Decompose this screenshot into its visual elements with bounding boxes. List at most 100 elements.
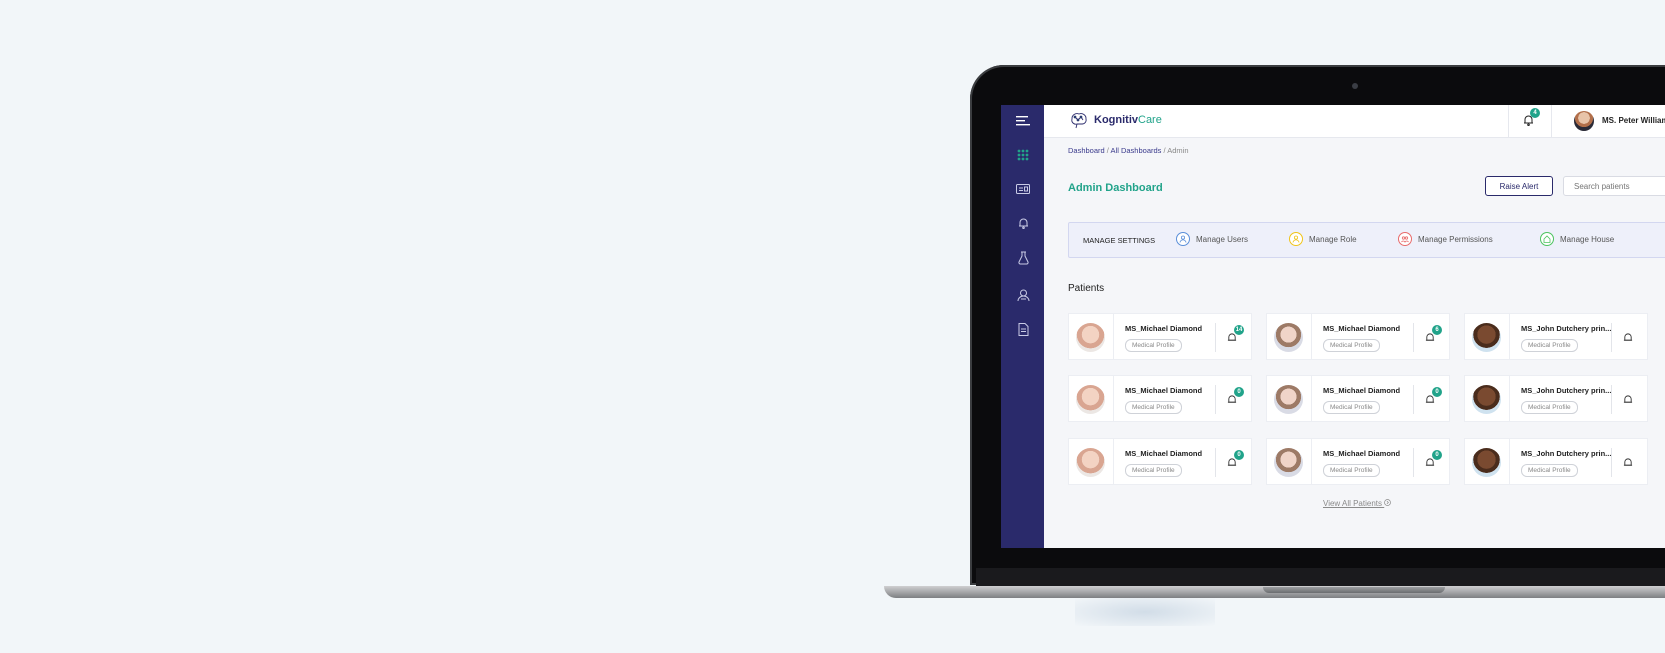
medical-profile-tag[interactable]: Medical Profile [1125, 401, 1182, 414]
medical-profile-tag[interactable]: Medical Profile [1125, 339, 1182, 352]
patient-card[interactable]: MS_John Dutchery prin... Medical Profile [1464, 313, 1648, 360]
patient-name[interactable]: MS_John Dutchery prin... [1521, 386, 1611, 395]
settings-label: MANAGE SETTINGS [1083, 236, 1156, 245]
breadcrumb: Dashboard / All Dashboards / Admin [1068, 146, 1189, 155]
patient-avatar [1472, 323, 1501, 352]
card-divider [1413, 323, 1414, 352]
bell-icon [1623, 333, 1633, 341]
patients-heading: Patients [1068, 283, 1105, 294]
medical-profile-tag[interactable]: Medical Profile [1521, 339, 1578, 352]
logo-text-primary: Kognitiv [1094, 114, 1138, 126]
patient-alerts-button[interactable]: 0 [1425, 387, 1442, 410]
patient-card[interactable]: MS_Michael Diamond Medical Profile 14 [1068, 313, 1252, 360]
alert-count-badge: 14 [1234, 325, 1244, 335]
medical-profile-tag[interactable]: Medical Profile [1323, 464, 1380, 477]
caregiver-icon[interactable] [1013, 285, 1033, 305]
patient-avatar [1472, 385, 1501, 414]
logo-text-accent: Care [1138, 114, 1162, 126]
patient-name[interactable]: MS_Michael Diamond [1323, 324, 1400, 333]
user-icon [1176, 232, 1190, 246]
document-icon[interactable] [1013, 319, 1033, 339]
medical-profile-tag[interactable]: Medical Profile [1323, 339, 1380, 352]
laptop-notch [1263, 587, 1445, 593]
card-divider [1611, 323, 1612, 352]
patient-avatar [1472, 448, 1501, 477]
alert-count-badge: 0 [1234, 450, 1244, 460]
camera [1352, 83, 1358, 89]
patient-alerts-button[interactable] [1623, 455, 1633, 473]
laptop-chin [976, 568, 1665, 586]
search-input[interactable] [1563, 176, 1665, 196]
patient-card[interactable]: MS_John Dutchery prin... Medical Profile [1464, 375, 1648, 422]
patient-alerts-button[interactable]: 6 [1425, 325, 1442, 348]
breadcrumb-dashboard[interactable]: Dashboard [1068, 146, 1105, 155]
patient-name[interactable]: MS_Michael Diamond [1323, 386, 1400, 395]
patient-card[interactable]: MS_Michael Diamond Medical Profile 6 [1266, 313, 1450, 360]
card-divider [1611, 448, 1612, 477]
breadcrumb-all-dashboards[interactable]: All Dashboards [1111, 146, 1162, 155]
patient-avatar [1076, 448, 1105, 477]
card-divider [1509, 314, 1510, 359]
notifications-button[interactable]: 4 [1523, 108, 1540, 131]
top-bar: KognitivCare 4 MS. Peter Williams [1044, 105, 1665, 138]
manage-house-link[interactable]: Manage House [1540, 232, 1614, 246]
card-divider [1611, 385, 1612, 414]
patient-alerts-button[interactable]: 0 [1425, 450, 1442, 473]
patient-alerts-button[interactable] [1623, 330, 1633, 348]
patient-alerts-button[interactable]: 0 [1227, 450, 1244, 473]
patient-avatar [1076, 323, 1105, 352]
view-all-patients-link[interactable]: View All Patients [1323, 499, 1392, 508]
card-divider [1113, 376, 1114, 421]
arrow-circle-icon [1384, 499, 1392, 506]
user-name[interactable]: MS. Peter Williams [1602, 116, 1665, 125]
sidebar [1001, 105, 1044, 548]
dashboard-grid-icon[interactable] [1013, 145, 1033, 165]
bell-icon[interactable] [1013, 213, 1033, 233]
card-divider [1113, 439, 1114, 484]
alert-count-badge: 6 [1432, 325, 1442, 335]
patient-alerts-button[interactable] [1623, 392, 1633, 410]
laptop-shadow [1075, 598, 1215, 626]
role-icon [1289, 232, 1303, 246]
patient-name[interactable]: MS_Michael Diamond [1125, 386, 1202, 395]
raise-alert-button[interactable]: Raise Alert [1485, 176, 1553, 196]
patient-card[interactable]: MS_Michael Diamond Medical Profile 0 [1266, 375, 1450, 422]
medical-profile-tag[interactable]: Medical Profile [1323, 401, 1380, 414]
alert-count-badge: 0 [1234, 387, 1244, 397]
alert-count-badge: 0 [1432, 387, 1442, 397]
avatar[interactable] [1574, 111, 1594, 131]
page-title: Admin Dashboard [1068, 182, 1163, 194]
patient-alerts-button[interactable]: 14 [1227, 325, 1244, 348]
medical-profile-tag[interactable]: Medical Profile [1521, 464, 1578, 477]
card-divider [1311, 439, 1312, 484]
patient-card[interactable]: MS_John Dutchery prin... Medical Profile [1464, 438, 1648, 485]
manage-permissions-link[interactable]: Manage Permissions [1398, 232, 1493, 246]
lab-flask-icon[interactable] [1013, 248, 1033, 268]
card-divider [1215, 448, 1216, 477]
bell-icon [1623, 458, 1633, 466]
manage-users-label: Manage Users [1196, 234, 1249, 244]
patient-alerts-button[interactable]: 0 [1227, 387, 1244, 410]
patient-name[interactable]: MS_John Dutchery prin... [1521, 324, 1611, 333]
card-divider [1311, 314, 1312, 359]
manage-house-label: Manage House [1560, 234, 1615, 244]
alert-count-badge: 0 [1432, 450, 1442, 460]
manage-users-link[interactable]: Manage Users [1176, 232, 1248, 246]
manage-role-link[interactable]: Manage Role [1289, 232, 1357, 246]
medical-profile-tag[interactable]: Medical Profile [1125, 464, 1182, 477]
card-divider [1509, 439, 1510, 484]
brain-logo-icon [1071, 113, 1087, 129]
patient-name[interactable]: MS_Michael Diamond [1125, 324, 1202, 333]
id-card-icon[interactable] [1013, 179, 1033, 199]
patient-name[interactable]: MS_Michael Diamond [1125, 449, 1202, 458]
patient-card[interactable]: MS_Michael Diamond Medical Profile 0 [1266, 438, 1450, 485]
patient-card[interactable]: MS_Michael Diamond Medical Profile 0 [1068, 375, 1252, 422]
patient-name[interactable]: MS_John Dutchery prin... [1521, 449, 1611, 458]
patient-name[interactable]: MS_Michael Diamond [1323, 449, 1400, 458]
logo[interactable]: Kognitiv Care [1068, 111, 1162, 129]
menu-icon[interactable] [1013, 111, 1033, 131]
manage-permissions-label: Manage Permissions [1418, 234, 1493, 244]
patient-card[interactable]: MS_Michael Diamond Medical Profile 0 [1068, 438, 1252, 485]
permissions-icon [1398, 232, 1412, 246]
medical-profile-tag[interactable]: Medical Profile [1521, 401, 1578, 414]
